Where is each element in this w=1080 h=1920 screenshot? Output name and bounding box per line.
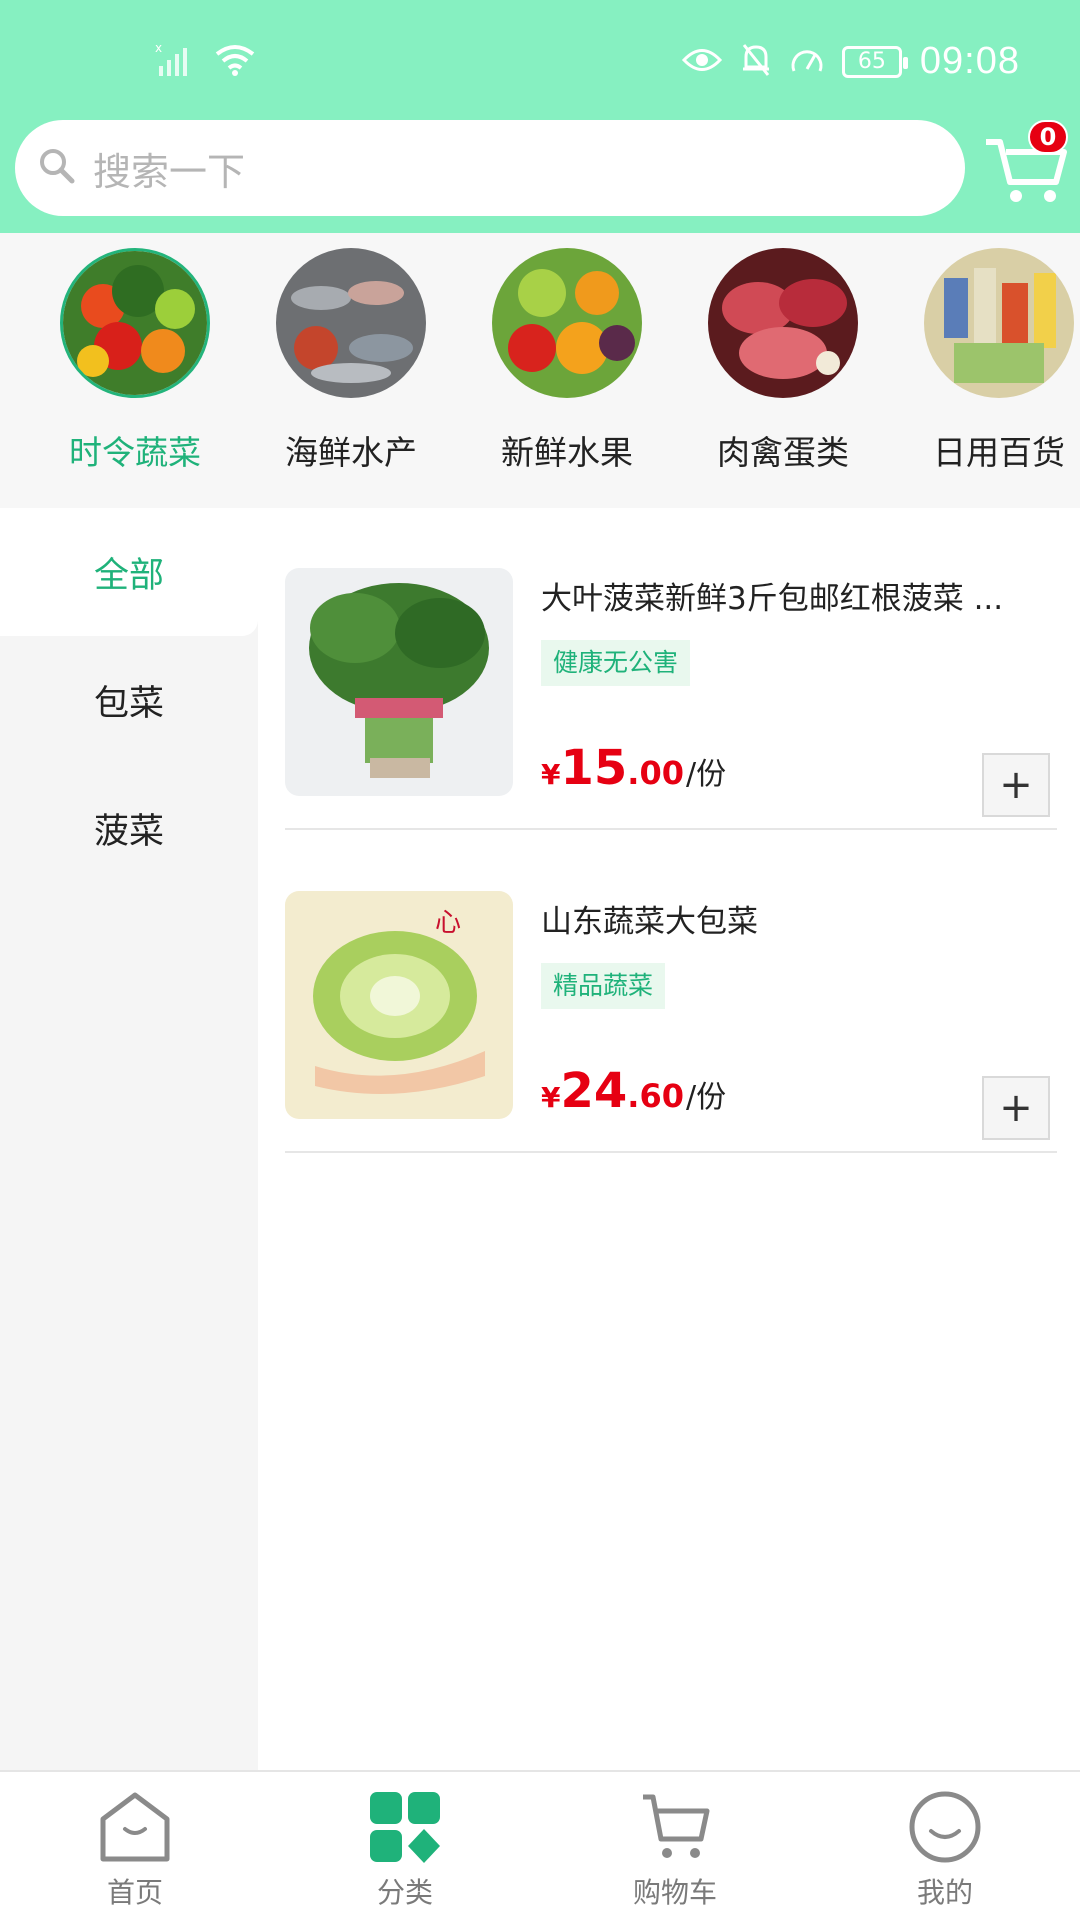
nav-label: 购物车 bbox=[632, 1876, 717, 1909]
category-fruits[interactable]: 新鲜水果 bbox=[487, 248, 647, 474]
nav-label: 我的 bbox=[916, 1876, 973, 1909]
sidebar-item-spinach[interactable]: 菠菜 bbox=[0, 764, 258, 892]
product-tag: 精品蔬菜 bbox=[541, 963, 666, 1009]
search-icon bbox=[37, 146, 77, 190]
category-label: 肉禽蛋类 bbox=[717, 433, 849, 472]
category-label: 日用百货 bbox=[933, 433, 1065, 472]
svg-text:x: x bbox=[155, 42, 162, 55]
nav-label: 首页 bbox=[106, 1876, 163, 1909]
meat-image bbox=[708, 248, 858, 398]
price-symbol: ¥ bbox=[541, 1081, 561, 1114]
cart-icon bbox=[635, 1787, 715, 1867]
price-symbol: ¥ bbox=[541, 758, 561, 791]
wifi-icon bbox=[213, 42, 257, 82]
product-tag: 健康无公害 bbox=[541, 640, 691, 686]
category-vegetables[interactable]: 时令蔬菜 bbox=[55, 248, 215, 474]
fruits-image bbox=[492, 248, 642, 398]
divider bbox=[285, 828, 1057, 830]
price-unit: /份 bbox=[685, 757, 727, 792]
sidebar-item-cabbage[interactable]: 包菜 bbox=[0, 636, 258, 764]
vegetables-image bbox=[60, 248, 210, 398]
speedometer-icon bbox=[790, 45, 824, 79]
price-integer: 15 bbox=[560, 740, 628, 796]
product-image-spinach bbox=[285, 568, 513, 796]
nav-category[interactable]: 分类 bbox=[335, 1787, 475, 1911]
sidebar: 全部 包菜 菠菜 bbox=[0, 508, 258, 1770]
product-price: ¥ 15 .00 /份 bbox=[541, 740, 726, 796]
svg-text:心: 心 bbox=[435, 908, 461, 938]
category-label: 时令蔬菜 bbox=[69, 433, 201, 472]
header: x 65 09:08 搜索一下 0 bbox=[0, 0, 1080, 233]
category-label: 新鲜水果 bbox=[501, 433, 633, 472]
price-decimal: .00 bbox=[627, 754, 684, 792]
category-seafood[interactable]: 海鲜水产 bbox=[271, 248, 431, 474]
category-label: 海鲜水产 bbox=[285, 433, 417, 472]
profile-icon bbox=[905, 1787, 985, 1867]
category-icon bbox=[365, 1787, 445, 1867]
category-daily-goods[interactable]: 日用百货 bbox=[919, 248, 1079, 474]
category-meat[interactable]: 肉禽蛋类 bbox=[703, 248, 863, 474]
sidebar-item-all[interactable]: 全部 bbox=[0, 508, 258, 636]
product-card[interactable]: 心 山东蔬菜大包菜 精品蔬菜 ¥ 24 .60 /份 + bbox=[285, 831, 1057, 1153]
price-integer: 24 bbox=[560, 1063, 628, 1119]
bell-off-icon bbox=[740, 43, 772, 81]
nav-profile[interactable]: 我的 bbox=[875, 1787, 1015, 1911]
seafood-image bbox=[276, 248, 426, 398]
nav-home[interactable]: 首页 bbox=[65, 1787, 205, 1911]
home-icon bbox=[95, 1787, 175, 1867]
nav-cart[interactable]: 购物车 bbox=[605, 1787, 745, 1911]
product-title: 山东蔬菜大包菜 bbox=[541, 904, 758, 940]
category-row: 时令蔬菜 海鲜水产 新鲜水果 肉禽蛋类 日用百货 bbox=[0, 233, 1080, 508]
product-price: ¥ 24 .60 /份 bbox=[541, 1063, 726, 1119]
eye-icon bbox=[681, 45, 722, 79]
add-to-cart-button[interactable]: + bbox=[982, 753, 1050, 817]
signal-off-icon: x bbox=[155, 41, 195, 82]
bottom-nav: 首页 分类 购物车 我的 bbox=[0, 1770, 1080, 1920]
price-unit: /份 bbox=[685, 1080, 727, 1115]
cart-badge: 0 bbox=[1028, 120, 1068, 154]
product-card[interactable]: 大叶菠菜新鲜3斤包邮红根菠菜 ... 健康无公害 ¥ 15 .00 /份 + bbox=[285, 508, 1057, 830]
product-title: 大叶菠菜新鲜3斤包邮红根菠菜 ... bbox=[541, 581, 1004, 617]
product-image-cabbage: 心 bbox=[285, 891, 513, 1119]
status-time: 09:08 bbox=[919, 40, 1020, 82]
divider bbox=[285, 1151, 1057, 1153]
add-to-cart-button[interactable]: + bbox=[982, 1076, 1050, 1140]
daily-goods-image bbox=[924, 248, 1074, 398]
status-bar: x 65 09:08 bbox=[0, 0, 1080, 120]
battery-icon: 65 bbox=[841, 45, 908, 78]
price-decimal: .60 bbox=[627, 1077, 684, 1115]
search-placeholder: 搜索一下 bbox=[93, 149, 246, 194]
nav-label: 分类 bbox=[376, 1876, 433, 1909]
search-input[interactable]: 搜索一下 bbox=[15, 120, 965, 216]
